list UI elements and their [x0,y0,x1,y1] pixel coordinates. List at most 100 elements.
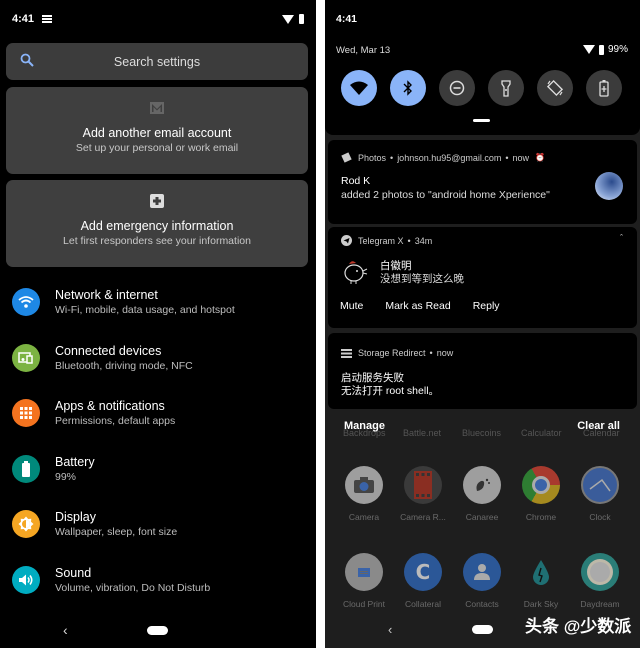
settings-item-subtitle: Volume, vibration, Do Not Disturb [55,582,211,594]
app-daydream[interactable]: Daydream [575,553,625,609]
settings-item-title: Sound [55,566,92,580]
photo-thumbnail [595,172,623,200]
panel-divider [316,0,325,648]
app-label: Daydream [580,599,620,609]
settings-item-subtitle: Wi-Fi, mobile, data usage, and hotspot [55,304,235,316]
settings-item-title: Connected devices [55,344,162,358]
quick-settings-panel: 4:41 Wed, Mar 13 99% [325,0,640,135]
clock-icon [581,466,619,504]
settings-item-display[interactable]: Display Wallpaper, sleep, font size [0,499,316,549]
gmail-icon [150,102,164,114]
alarm-icon: ⏰ [535,153,546,162]
app-cloud-print[interactable]: Cloud Print [339,553,389,609]
search-settings-bar[interactable]: Search settings [6,43,308,80]
suggestion-subtitle: Set up your personal or work email [75,142,239,154]
bluetooth-icon [403,80,412,96]
home-button[interactable] [147,626,168,635]
wifi-icon [582,45,595,54]
settings-item-battery[interactable]: Battery 99% [0,444,316,494]
app-label: Contacts [465,599,499,609]
auto-rotate-tile[interactable] [537,70,573,106]
notification-photos[interactable]: Photos • johnson.hu95@gmail.com • now ⏰ … [328,140,637,224]
app-label: Chrome [525,512,557,522]
apps-grid-icon [12,399,40,427]
contacts-icon [463,553,501,591]
do-not-disturb-icon [449,80,465,96]
suggestion-subtitle: Let first responders see your informatio… [63,235,251,247]
battery-saver-tile[interactable] [586,70,622,106]
settings-screen: 4:41 Search settings Add another email a… [0,0,316,648]
suggestion-title: Add another email account [82,126,232,140]
status-icons: 99% [582,44,628,55]
wifi-icon [282,14,294,24]
status-bar: 4:41 [12,10,304,28]
collapse-icon[interactable]: ˆ [620,233,623,243]
app-camera-roll[interactable]: Camera R... [398,466,448,522]
settings-item-title: Network & internet [55,288,158,302]
app-camera[interactable]: Camera [339,466,389,522]
app-label: Clock [589,512,611,522]
dnd-tile[interactable] [439,70,475,106]
notification-text: added 2 photos to "android home Xperienc… [341,189,550,201]
mark-as-read-button[interactable]: Mark as Read [385,300,450,312]
clear-all-button[interactable]: Clear all [577,420,620,432]
app-collateral[interactable]: C Collateral [398,553,448,609]
list-icon [341,348,352,358]
date-label: Wed, Mar 13 [336,45,391,56]
manage-button[interactable]: Manage [344,420,385,432]
expand-handle[interactable] [473,119,490,122]
back-button[interactable]: ‹ [63,622,68,638]
settings-item-subtitle: Permissions, default apps [55,415,176,427]
notification-app: Storage Redirect [358,348,426,358]
home-button[interactable] [472,625,493,634]
volume-icon [12,566,40,594]
reply-button[interactable]: Reply [473,300,500,312]
suggestion-emergency-card[interactable]: Add emergency information Let first resp… [6,180,308,267]
settings-item-connected-devices[interactable]: Connected devices Bluetooth, driving mode… [0,333,316,383]
back-button[interactable]: ‹ [388,622,392,637]
app-label: Camera R... [400,512,446,522]
suggestion-email-card[interactable]: Add another email account Set up your pe… [6,87,308,174]
status-time: 4:41 [336,13,358,25]
battery-icon [299,14,304,24]
notification-header: Photos • johnson.hu95@gmail.com • now ⏰ [341,152,545,163]
flashlight-tile[interactable] [488,70,524,106]
brightness-icon [12,510,40,538]
battery-percent: 99% [607,44,628,55]
wifi-icon [350,81,368,95]
telegram-icon [341,235,352,246]
bluetooth-tile[interactable] [390,70,426,106]
notification-time: now [512,152,530,163]
app-chrome[interactable]: Chrome [516,466,566,522]
notification-text: 没想到等到这么晚 [380,273,464,285]
notification-time: 34m [414,235,433,246]
settings-item-apps[interactable]: Apps & notifications Permissions, default… [0,388,316,438]
app-label: Camera [348,512,380,522]
app-contacts[interactable]: Contacts [457,553,507,609]
wifi-tile[interactable] [341,70,377,106]
settings-item-subtitle: Wallpaper, sleep, font size [55,526,178,538]
battery-icon [598,44,604,55]
status-time: 4:41 [12,13,35,25]
search-placeholder: Search settings [113,54,201,69]
mute-button[interactable]: Mute [340,300,363,312]
settings-item-network[interactable]: Network & internet Wi-Fi, mobile, data us… [0,277,316,327]
suggestion-title: Add emergency information [80,219,234,233]
notification-app: Telegram X [358,235,404,246]
settings-item-title: Battery [55,455,95,469]
flashlight-icon [501,79,511,97]
connected-devices-icon [12,344,40,372]
app-dark-sky[interactable]: Dark Sky [516,553,566,609]
printer-icon [345,553,383,591]
settings-item-sound[interactable]: Sound Volume, vibration, Do Not Disturb [0,555,316,605]
bird-icon [463,466,501,504]
app-clock[interactable]: Clock [575,466,625,522]
battery-saver-icon [599,79,609,97]
notification-storage-redirect[interactable]: Storage Redirect • now 启动服务失败 无法打开 root … [328,333,637,409]
notification-header: Telegram X • 34m [341,235,432,246]
navigation-bar: ‹ [0,614,316,648]
sticker-avatar [344,261,368,284]
notification-telegram[interactable]: Telegram X • 34m ˆ 白徽明 没想到等到这么晚 Mute Mar… [328,227,637,328]
film-icon [404,466,442,504]
app-canaree[interactable]: Canaree [457,466,507,522]
